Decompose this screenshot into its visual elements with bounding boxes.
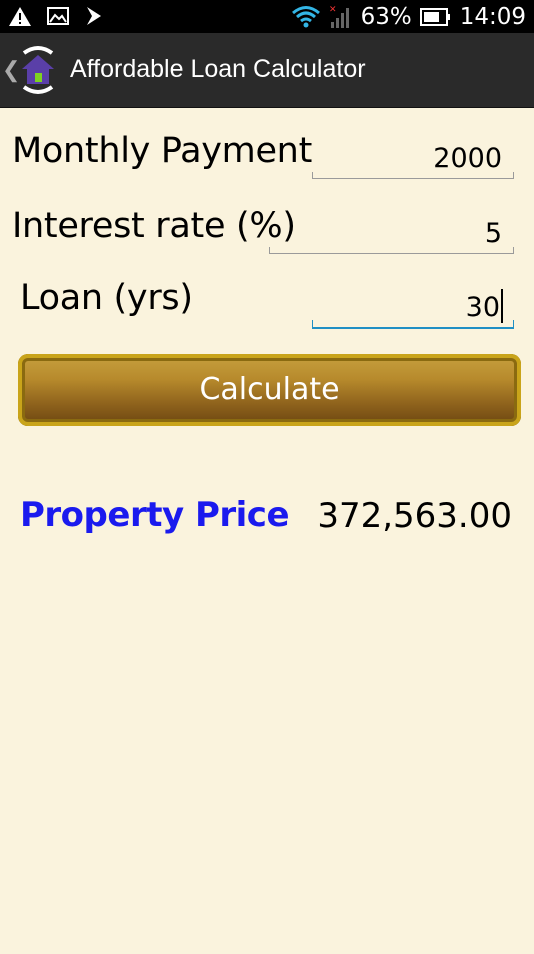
notification-icons [8, 5, 104, 27]
interest-rate-input[interactable]: 5 [485, 218, 502, 249]
house-hands-icon[interactable] [16, 43, 60, 95]
system-icons: ✕ 63% 14:09 [291, 3, 526, 31]
wifi-icon [291, 6, 320, 28]
signal-icon: ✕ [329, 5, 349, 28]
property-price-value: 372,563.00 [317, 496, 512, 536]
monthly-payment-field[interactable]: 2000 [312, 138, 514, 179]
monthly-payment-label: Monthly Payment [12, 131, 312, 171]
interest-rate-label: Interest rate (%) [12, 206, 296, 246]
svg-text:✕: ✕ [329, 5, 337, 15]
battery-icon [419, 8, 450, 26]
monthly-payment-input[interactable]: 2000 [433, 143, 502, 174]
action-bar: ❮ Affordable Loan Calculator [0, 33, 534, 108]
alert-icon [9, 7, 31, 26]
interest-rate-field[interactable]: 5 [269, 213, 514, 254]
clock: 14:09 [459, 4, 526, 30]
calculate-button[interactable]: Calculate [18, 354, 521, 426]
battery-percent: 63% [360, 4, 412, 30]
app-title: Affordable Loan Calculator [70, 55, 366, 83]
image-icon [47, 7, 69, 25]
loan-years-field[interactable]: 30 [312, 287, 514, 329]
text-caret [501, 289, 503, 323]
property-price-label: Property Price [20, 495, 290, 535]
status-bar: ✕ 63% 14:09 [0, 0, 534, 33]
loan-years-label: Loan (yrs) [20, 278, 193, 318]
download-icon [87, 7, 101, 25]
loan-years-input[interactable]: 30 [466, 289, 503, 323]
